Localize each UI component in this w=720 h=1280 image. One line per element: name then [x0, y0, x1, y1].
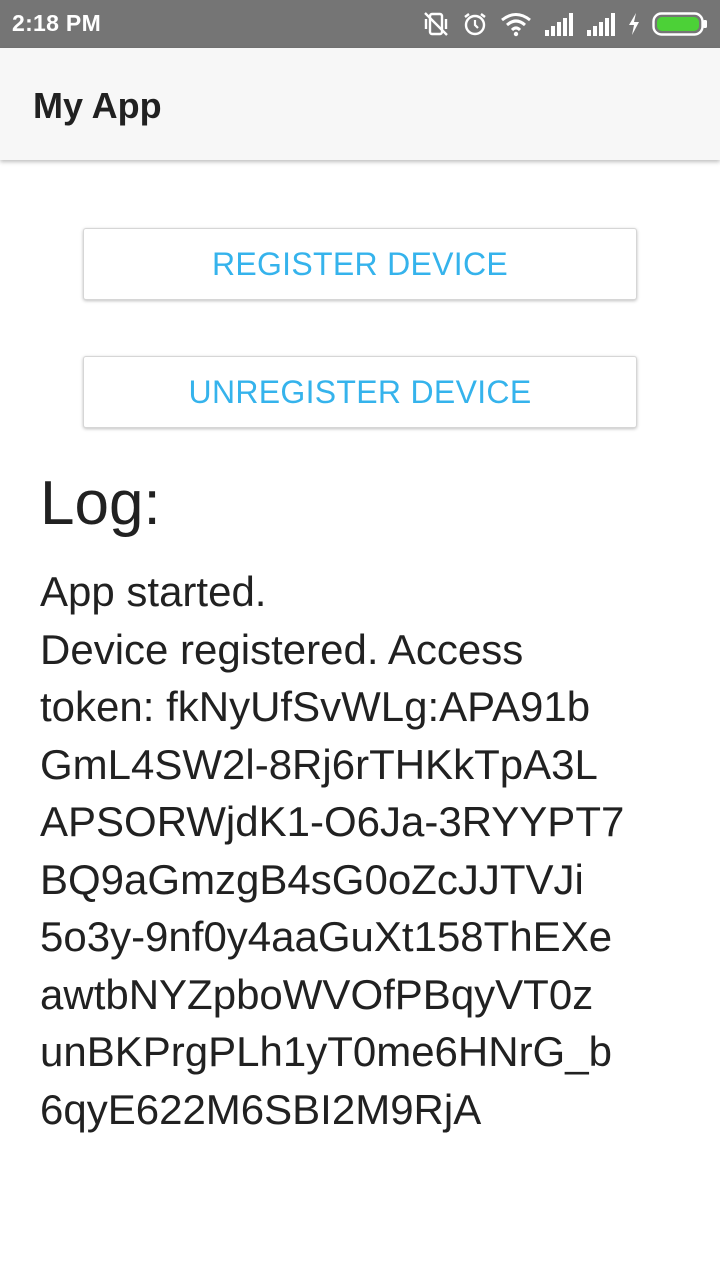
- log-line: 5o3y-9nf0y4aaGuXt158ThEXe: [40, 913, 613, 960]
- charging-icon: [628, 13, 640, 35]
- wifi-icon: [500, 11, 532, 37]
- log-title: Log:: [40, 469, 161, 538]
- log-line: App started.: [40, 568, 267, 615]
- status-time: 2:18 PM: [12, 10, 102, 36]
- status-bar: 2:18 PM: [0, 0, 720, 48]
- status-icons: [422, 9, 708, 39]
- log-line: unBKPrgPLh1yT0me6HNrG_b: [40, 1028, 612, 1075]
- app-bar: My App: [0, 48, 720, 160]
- log-line: GmL4SW2l-8Rj6rTHKkTpA3L: [40, 740, 598, 788]
- log-line: BQ9aGmzgB4sG0oZcJJTVJi: [40, 855, 584, 903]
- log-line: token: fkNyUfSvWLg:APA91b: [40, 683, 591, 730]
- log-line: Device registered. Access: [40, 625, 524, 673]
- log-line: 6qyE622M6SBI2M9RjA: [40, 1085, 482, 1133]
- vibrate-off-icon: [422, 10, 450, 38]
- signal-icon: [586, 12, 616, 36]
- register-device-button[interactable]: REGISTER DEVICE: [83, 228, 637, 300]
- signal-icon: [544, 12, 574, 36]
- alarm-icon: [462, 11, 488, 37]
- log-output: App started. Device registered. Access t…: [40, 563, 685, 1138]
- log-line: awtbNYZpboWVOfPBqyVT0z: [40, 970, 594, 1018]
- battery-icon: [652, 11, 708, 37]
- app-title: My App: [33, 85, 162, 126]
- log-line: APSORWjdK1-O6Ja-3RYYPT7: [40, 798, 625, 845]
- unregister-device-button[interactable]: UNREGISTER DEVICE: [83, 356, 637, 428]
